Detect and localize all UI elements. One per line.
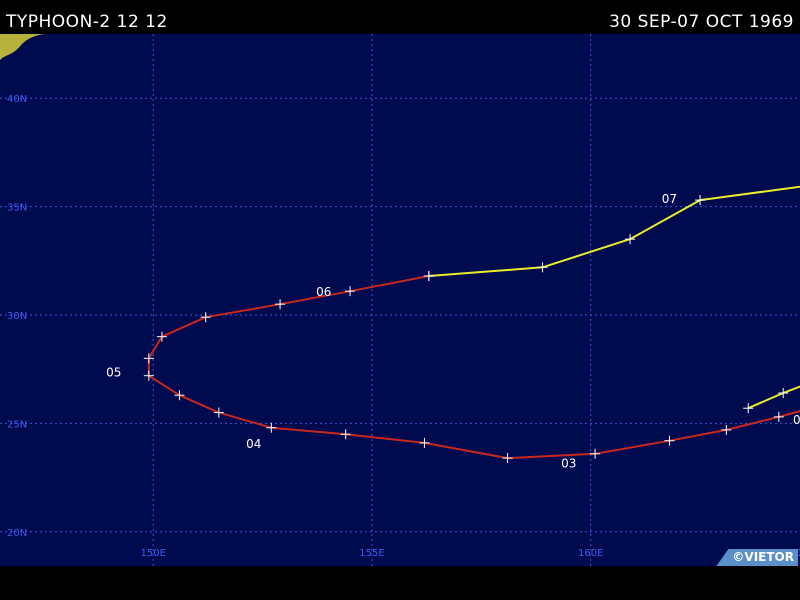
- lat-tick-label: 40N: [7, 94, 27, 105]
- lat-tick-label: 35N: [7, 203, 27, 214]
- header-bar: TYPHOON-2 12 12 30 SEP-07 OCT 1969: [0, 0, 800, 34]
- lat-tick-label: 30N: [7, 311, 27, 322]
- lon-tick-label: 160E: [578, 548, 603, 559]
- ocean-background: [0, 34, 800, 566]
- date-range: 30 SEP-07 OCT 1969: [609, 12, 794, 32]
- day-label: 07: [662, 192, 677, 206]
- storm-label: TYPHOON-2 12 12: [6, 12, 168, 32]
- day-label: 02: [793, 413, 800, 427]
- day-label: 06: [316, 285, 331, 299]
- day-label: 05: [106, 365, 121, 379]
- storm-track-map: 145E150E155E160E165E170E175E 20N25N30N35…: [0, 34, 800, 566]
- footer-bar: [0, 566, 800, 600]
- lon-tick-label: 150E: [140, 548, 165, 559]
- day-label: 04: [246, 437, 261, 451]
- lon-tick-label: 155E: [359, 548, 384, 559]
- lat-tick-label: 20N: [7, 528, 27, 539]
- day-label: 03: [561, 456, 576, 470]
- lat-tick-label: 25N: [7, 419, 27, 430]
- credit-badge: ©VIETOR: [716, 549, 798, 566]
